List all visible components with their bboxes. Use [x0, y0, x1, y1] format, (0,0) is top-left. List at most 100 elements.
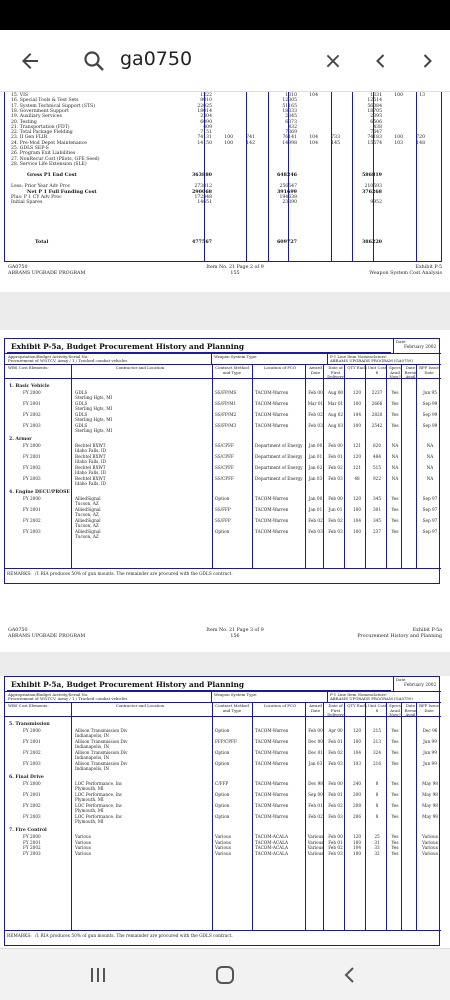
next-match-button[interactable]	[410, 30, 444, 92]
contractor-location: Indianapolis, IN	[75, 743, 110, 749]
footer-center-line2: 155	[230, 271, 240, 276]
pco-location: TACOM-Warren	[255, 814, 289, 819]
award-date: Feb 02	[308, 518, 323, 523]
quantity: 240	[353, 781, 361, 786]
fiscal-year: FY 2003	[23, 761, 41, 766]
quantity: 120	[353, 496, 361, 501]
award-date: Feb 00	[308, 390, 323, 395]
rfp-issue-date: NA	[426, 454, 434, 459]
rfp-issue-date: Sep 99	[422, 423, 438, 428]
fiscal-year: FY 2001	[23, 792, 41, 797]
quantity: 100	[353, 401, 361, 406]
gross-cost-row: Gross P1 End Cost 363880 648246 586819	[5, 173, 443, 178]
status-bar	[0, 0, 450, 30]
fiscal-year: FY 2003	[23, 814, 41, 819]
unit-cost: 345	[373, 496, 381, 501]
home-icon	[216, 966, 234, 984]
unit-cost: 8	[375, 781, 379, 786]
funding-value: 14651	[197, 200, 212, 206]
contract-method: Option	[215, 792, 230, 797]
fiscal-year: FY 2003	[23, 529, 41, 534]
fiscal-year: FY 2002	[23, 412, 41, 417]
previous-match-button[interactable]	[364, 30, 398, 92]
first-delivery-date: Feb 02	[328, 465, 343, 470]
contract-method: SS/FP/MS	[215, 390, 237, 395]
date-label: Date:	[396, 677, 407, 682]
quantity: 206	[353, 814, 361, 819]
contractor-location: Tucson, AZ	[75, 500, 99, 506]
fiscal-year: FY 2000	[23, 443, 41, 448]
appropriation-value: Procurement of W&TCV, Army / 1 / Tracked…	[8, 358, 128, 363]
exhibit-date-box: Date: February 2002	[393, 339, 441, 353]
pco-location: TACOM-Warren	[255, 507, 289, 512]
document-page-4: Exhibit P-5a, Budget Procurement History…	[0, 676, 450, 948]
column-header: Contract Method and Type	[215, 703, 249, 713]
award-date: Dec 00	[308, 739, 323, 744]
contract-method: SS/FFP	[215, 518, 231, 523]
specs-available: Yes	[391, 792, 399, 797]
quantity: 120	[353, 454, 361, 459]
fiscal-year: FY 2003	[23, 423, 41, 428]
fiscal-year: FY 2002	[23, 518, 41, 523]
unit-cost: 345	[373, 518, 381, 523]
remarks-text: /1 RIA produces 50% of gun mounts. The r…	[35, 934, 233, 939]
contractor-location: Indianapolis, IN	[75, 754, 110, 760]
exhibit-title: Exhibit P-5a, Budget Procurement History…	[7, 341, 391, 353]
rfp-issue-date: Dec 96	[422, 728, 438, 733]
unit-cost: 301	[373, 507, 381, 512]
first-delivery-date: Feb 00	[328, 443, 343, 448]
system-back-button[interactable]	[320, 949, 380, 1000]
unit-cost: 324	[373, 750, 381, 755]
quantity: 100	[353, 507, 361, 512]
pco-location: TACOM-Warren	[255, 750, 289, 755]
chevron-right-icon	[423, 54, 432, 68]
award-date: Mar 01	[307, 401, 324, 406]
contractor-location: Idaho Falls, ID	[75, 469, 106, 475]
pco-location: TACOM-Warren	[255, 728, 289, 733]
quantity: 104	[353, 518, 361, 523]
clear-search-button[interactable]: ×	[316, 30, 350, 92]
weapon-system-label: Weapon System Type:	[214, 692, 258, 697]
unit-cost: 484	[373, 454, 381, 459]
column-header: Location of PCO	[263, 703, 297, 708]
search-input[interactable]: ga0750	[120, 48, 192, 70]
rfp-issue-date: NA	[426, 443, 434, 448]
award-date: Feb 02	[308, 814, 323, 819]
chevron-left-icon	[344, 967, 354, 983]
contractor-location: Sterling Hgts, MI	[75, 416, 113, 422]
column-rule	[416, 364, 417, 568]
column-rule	[416, 702, 417, 930]
footer-right-line2: Weapon System Cost Analysis	[369, 271, 442, 276]
footer-center-line1: Item No. 21 Page 3 of 9	[206, 628, 264, 633]
fiscal-year: FY 2000	[23, 728, 41, 733]
contract-method: Option	[215, 803, 230, 808]
contract-method: Option	[215, 496, 230, 501]
pco-location: TACOM-Warren	[255, 792, 289, 797]
first-delivery-date: Feb 01	[328, 792, 343, 797]
pco-location: TACOM-Warren	[255, 781, 289, 786]
column-header: Award Date	[309, 703, 322, 713]
chevron-left-icon	[376, 54, 385, 68]
specs-available: Yes	[391, 850, 399, 856]
unit-cost: 8	[375, 814, 379, 819]
column-header: Contract Method and Type	[215, 365, 249, 375]
rfp-issue-date: Jun 99	[423, 739, 437, 744]
column-rule	[71, 364, 72, 568]
column-header: Contractor and Location	[115, 365, 165, 370]
specs-available: Yes	[391, 728, 399, 733]
column-rule	[211, 691, 212, 702]
back-button[interactable]	[8, 30, 52, 92]
award-date: Sep 00	[308, 792, 323, 797]
specs-available: Yes	[391, 814, 399, 819]
exhibit-date-box: Date: February 2002	[393, 677, 441, 691]
column-rule	[305, 364, 306, 568]
column-rule	[71, 702, 72, 930]
quantity: 120	[353, 390, 361, 395]
fiscal-year: FY 2001	[23, 454, 41, 459]
quantity: 104	[353, 412, 361, 417]
recent-apps-button[interactable]	[68, 949, 128, 1000]
rfp-issue-date: Sep 97	[422, 518, 438, 523]
home-button[interactable]	[195, 949, 255, 1000]
first-delivery-date: Apr 00	[328, 728, 343, 733]
contract-method: SS/FP/M3	[215, 423, 237, 428]
